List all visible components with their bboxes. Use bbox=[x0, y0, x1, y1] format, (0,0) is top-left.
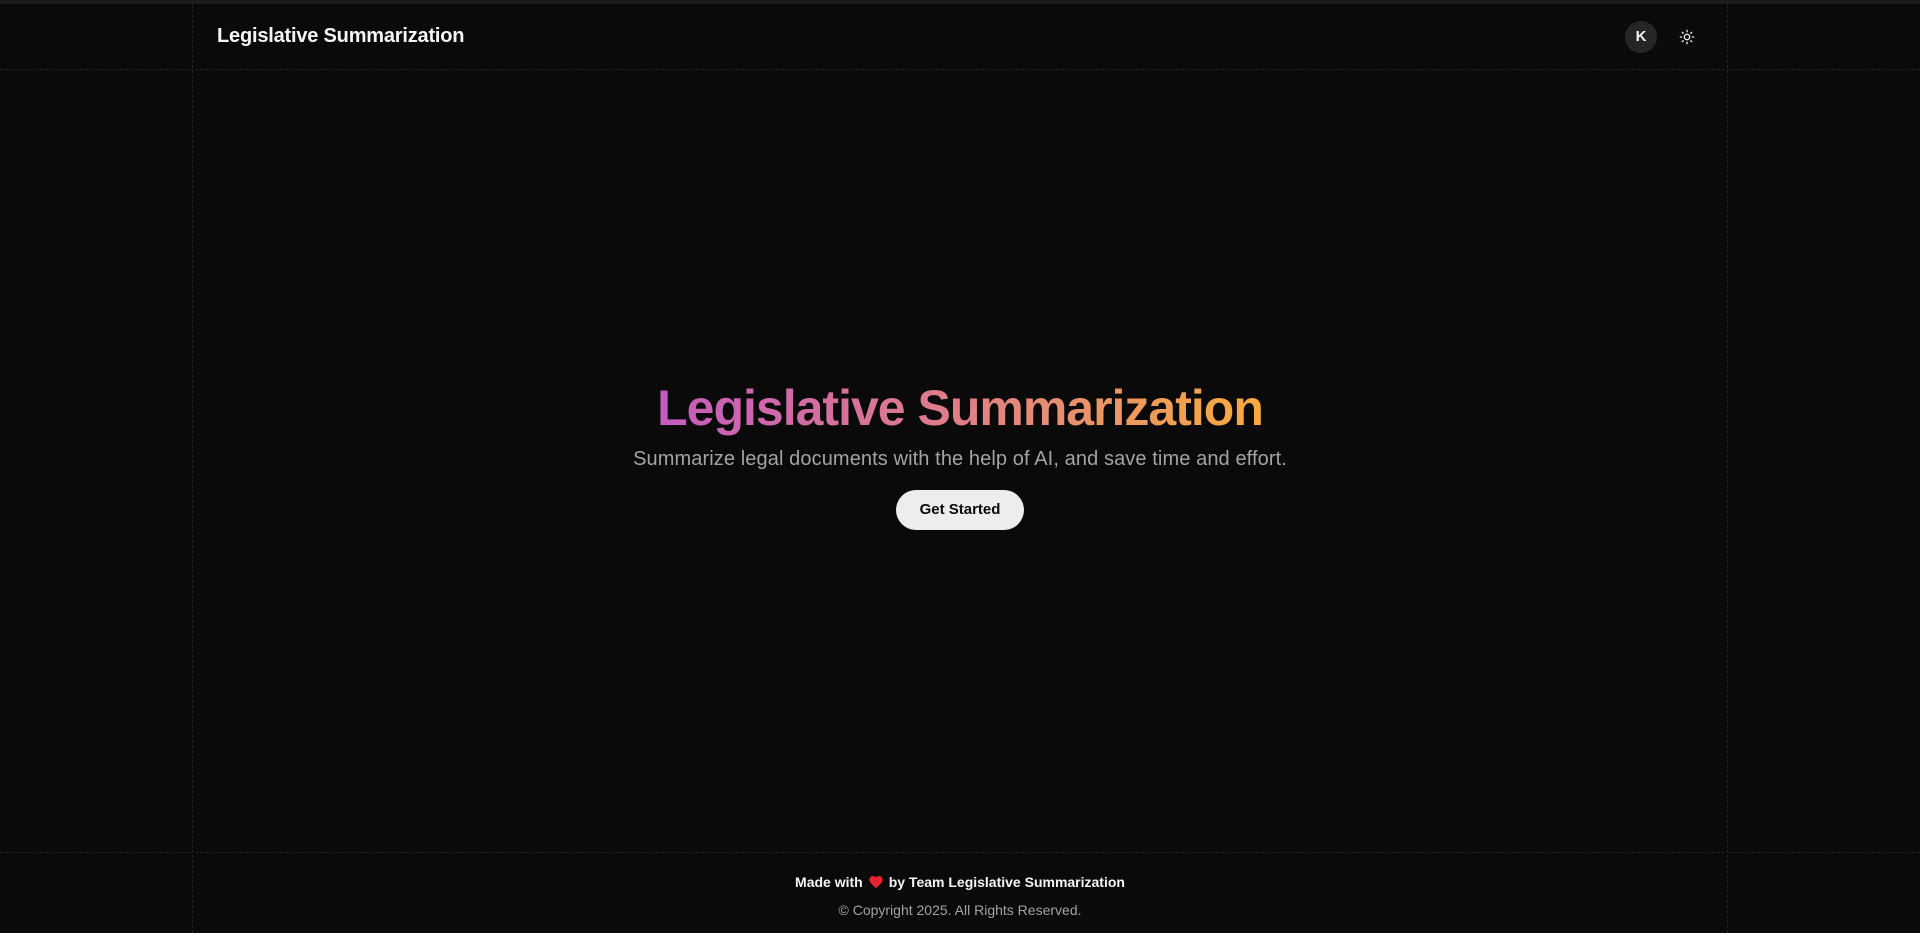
theme-toggle-button[interactable] bbox=[1671, 21, 1703, 53]
sun-icon bbox=[1679, 29, 1695, 44]
footer-team: by Team Legislative Summarization bbox=[888, 874, 1125, 890]
header-actions: K bbox=[1625, 20, 1703, 53]
heart-icon bbox=[869, 876, 883, 889]
footer-made-with: Made with bbox=[795, 874, 863, 890]
hero-subtitle: Summarize legal documents with the help … bbox=[633, 447, 1287, 470]
footer-credit: Made with by Team Legislative Summarizat… bbox=[795, 874, 1125, 890]
brand-link[interactable]: Legislative Summarization bbox=[217, 25, 464, 48]
hero-section: Legislative Summarization Summarize lega… bbox=[0, 380, 1920, 530]
page: Legislative Summarization K Legislative … bbox=[0, 0, 1920, 933]
footer-copyright: © Copyright 2025. All Rights Reserved. bbox=[838, 902, 1082, 918]
site-header: Legislative Summarization K bbox=[192, 4, 1727, 69]
user-avatar[interactable]: K bbox=[1625, 20, 1657, 53]
get-started-button[interactable]: Get Started bbox=[895, 489, 1025, 530]
site-footer: Made with by Team Legislative Summarizat… bbox=[0, 853, 1920, 933]
hero-title: Legislative Summarization bbox=[657, 380, 1264, 436]
header-divider bbox=[0, 69, 1920, 70]
